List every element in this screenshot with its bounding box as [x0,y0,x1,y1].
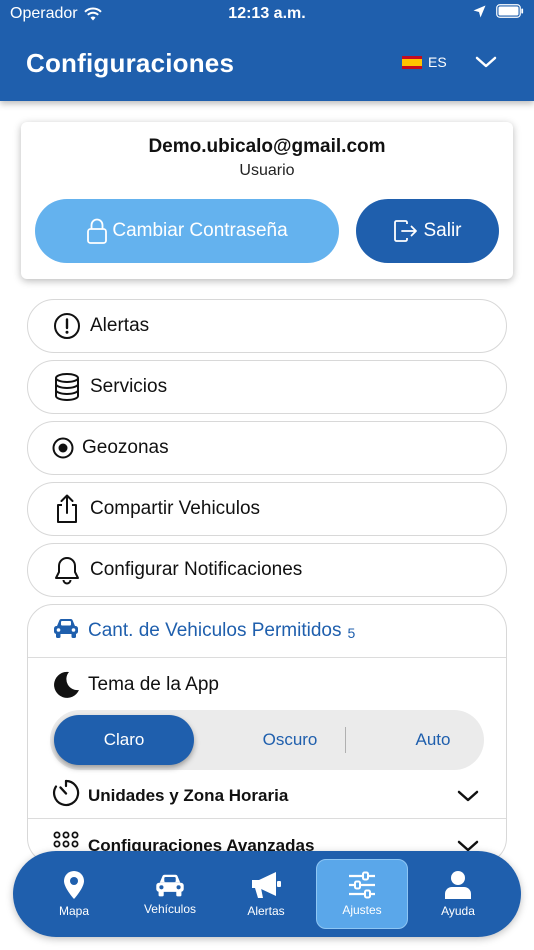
spain-flag-icon [402,55,422,69]
bell-icon [52,555,82,585]
menu-item-alertas[interactable]: Alertas [27,299,507,353]
share-icon [52,494,82,524]
units-timezone-label: Unidades y Zona Horaria [88,785,289,805]
theme-option-claro[interactable]: Claro [54,715,194,765]
theme-segmented-control: Claro Oscuro Auto [50,710,484,770]
tab-label: Mapa [58,904,90,918]
timer-icon [52,779,80,812]
chevron-down-icon[interactable] [474,52,498,72]
lock-icon [87,218,108,244]
allowed-vehicles-count: 5 [347,625,356,641]
menu-item-label: Servicios [90,376,168,397]
status-right [473,4,524,18]
theme-row: Tema de la App [28,665,506,705]
allowed-vehicles-row[interactable]: Cant. de Vehiculos Permitidos 5 [28,605,506,658]
chevron-down-icon [457,790,479,802]
tab-alertas[interactable]: Alertas [220,859,312,929]
tab-label: Vehículos [143,902,197,916]
change-password-label: Cambiar Contraseña [112,220,288,241]
status-bar: Operador 12:13 a.m. [0,0,534,28]
segment-divider [345,727,346,753]
menu-item-servicios[interactable]: Servicios [27,360,507,414]
menu-item-configurar-notificaciones[interactable]: Configurar Notificaciones [27,543,507,597]
theme-label: Tema de la App [88,674,219,695]
bottom-tab-bar: Mapa Vehículos Alertas Ajustes Ayuda [13,851,521,937]
sliders-icon [349,871,375,899]
logout-button[interactable]: Salir [356,199,499,263]
database-icon [52,372,82,402]
megaphone-icon [252,872,281,898]
app-header: Operador 12:13 a.m. Configuraciones ES [0,0,534,101]
tab-label: Ajustes [342,903,382,917]
tab-label: Ayuda [441,904,475,918]
user-icon [445,871,471,899]
tab-label: Alertas [247,904,285,918]
car-icon [156,874,184,897]
location-arrow-icon [473,5,486,17]
tab-vehiculos[interactable]: Vehículos [124,859,216,929]
tab-ajustes[interactable]: Ajustes [316,859,408,929]
user-role: Usuario [239,162,295,179]
allowed-vehicles-label: Cant. de Vehiculos Permitidos [88,620,342,641]
change-password-button[interactable]: Cambiar Contraseña [35,199,339,263]
menu-item-geozonas[interactable]: Geozonas [27,421,507,475]
map-pin-icon [64,871,84,899]
battery-icon [496,4,524,18]
settings-group: Cant. de Vehiculos Permitidos 5 Tema de … [27,604,507,864]
user-email: Demo.ubicalo@gmail.com [148,136,386,157]
logout-label: Salir [423,220,462,241]
radio-target-icon [52,433,74,463]
tab-ayuda[interactable]: Ayuda [412,859,504,929]
moon-icon [50,669,82,701]
menu-item-compartir-vehiculos[interactable]: Compartir Vehiculos [27,482,507,536]
theme-option-auto[interactable]: Auto [360,710,506,770]
logout-icon [394,220,418,242]
theme-option-oscuro[interactable]: Oscuro [218,710,362,770]
car-icon [52,617,80,645]
language-code: ES [428,54,447,70]
units-timezone-row[interactable]: Unidades y Zona Horaria [28,773,506,819]
language-selector[interactable]: ES [402,54,447,70]
menu-item-label: Compartir Vehiculos [90,498,261,519]
menu-item-label: Configurar Notificaciones [90,559,303,580]
user-card: Demo.ubicalo@gmail.com Usuario Cambiar C… [21,122,513,279]
page-title: Configuraciones [26,48,235,78]
menu-item-label: Alertas [90,315,150,336]
tab-mapa[interactable]: Mapa [28,859,120,929]
status-time: 12:13 a.m. [228,5,306,22]
menu-item-label: Geozonas [82,437,169,458]
alert-circle-icon [52,311,82,341]
